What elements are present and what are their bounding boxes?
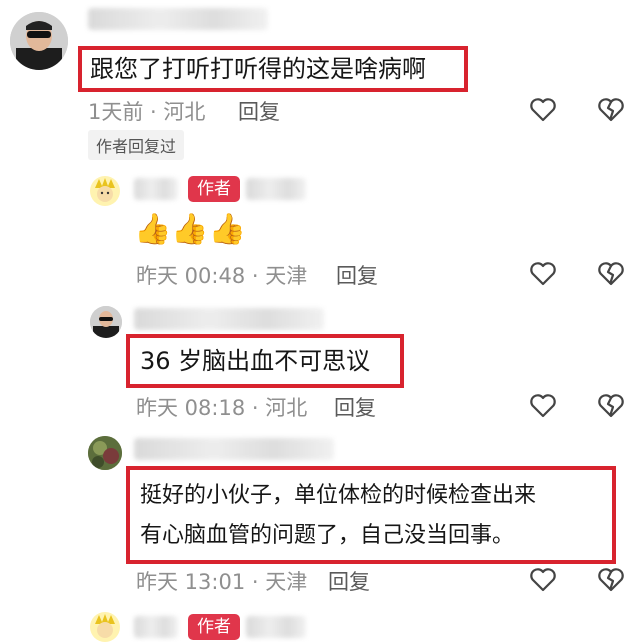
broken-heart-icon[interactable] [596, 564, 626, 594]
comment-meta: 1天前 · 河北 [88, 100, 206, 124]
username-blurred [134, 616, 178, 638]
username-blurred [246, 616, 306, 638]
username-blurred [88, 8, 268, 30]
heart-outline-icon[interactable] [528, 94, 558, 124]
comment-text: 跟您了打听打听得的这是啥病啊 [90, 55, 426, 83]
broken-heart-icon[interactable] [596, 390, 626, 420]
heart-outline-icon[interactable] [528, 564, 558, 594]
avatar[interactable] [90, 306, 122, 338]
heart-outline-icon[interactable] [528, 258, 558, 288]
username-blurred [134, 438, 334, 460]
author-replied-label[interactable]: 作者回复过 [88, 130, 185, 160]
avatar[interactable] [10, 12, 68, 70]
comment-meta: 昨天 00:48 · 天津 [136, 264, 308, 288]
username-blurred [246, 178, 306, 200]
comment-text-box: 挺好的小伙子，单位体检的时候检查出来 有心脑血管的问题了，自己没当回事。 [126, 466, 616, 564]
comment-meta: 昨天 08:18 · 河北 [136, 396, 308, 420]
reply-button[interactable]: 回复 [238, 96, 280, 126]
comment-emoji: 👍👍👍 [134, 212, 247, 247]
comment-meta: 昨天 13:01 · 天津 [136, 570, 308, 594]
comment-text-line: 挺好的小伙子，单位体检的时候检查出来 [140, 483, 537, 508]
author-badge: 作者 [188, 614, 240, 640]
avatar[interactable] [88, 436, 122, 470]
broken-heart-icon[interactable] [596, 94, 626, 124]
comment-text-box: 36 岁脑出血不可思议 [126, 334, 404, 388]
reply-button[interactable]: 回复 [336, 260, 378, 290]
avatar[interactable] [90, 612, 120, 642]
username-blurred [134, 308, 324, 330]
author-badge: 作者 [188, 176, 240, 202]
reply-button[interactable]: 回复 [334, 392, 376, 422]
username-blurred [134, 178, 178, 200]
broken-heart-icon[interactable] [596, 258, 626, 288]
comment-text-box: 跟您了打听打听得的这是啥病啊 [78, 46, 468, 92]
comment-text: 36 岁脑出血不可思议 [140, 347, 371, 375]
avatar[interactable] [90, 176, 120, 206]
comment-text-line: 有心脑血管的问题了，自己没当回事。 [140, 523, 515, 548]
reply-button[interactable]: 回复 [328, 566, 370, 596]
heart-outline-icon[interactable] [528, 390, 558, 420]
